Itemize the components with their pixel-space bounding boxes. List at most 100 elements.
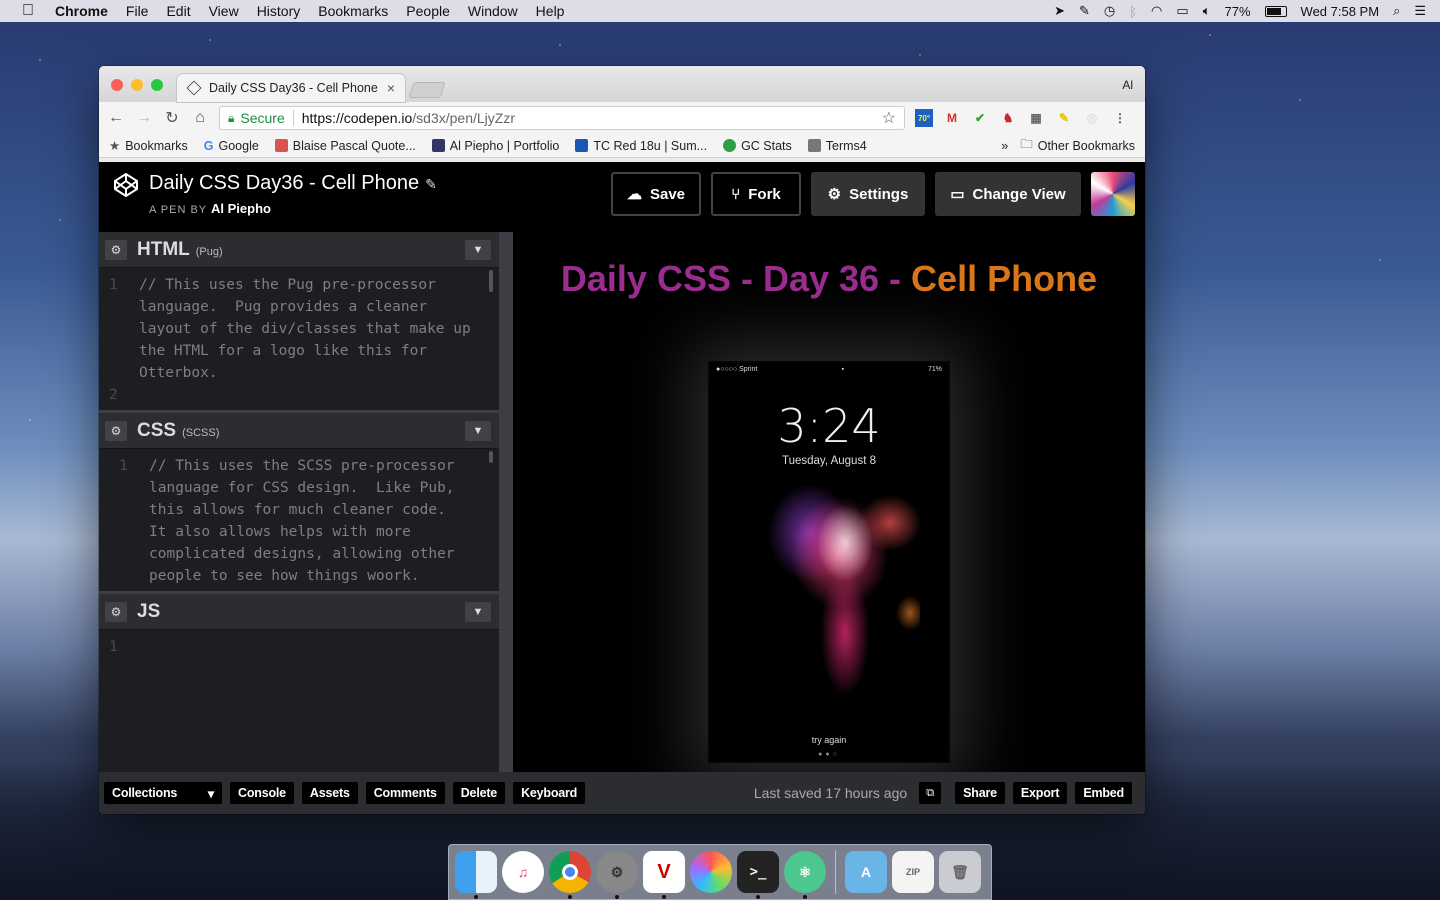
comments-button[interactable]: Comments <box>365 782 445 804</box>
bookmark-item[interactable]: TC Red 18u | Sum... <box>575 139 707 153</box>
chrome-icon[interactable] <box>549 851 591 899</box>
menu-help[interactable]: Help <box>536 3 565 19</box>
home-icon[interactable]: ⌂ <box>191 109 209 127</box>
edit-pencil-icon[interactable]: ✎ <box>425 176 437 192</box>
open-external-icon[interactable]: ⧉ <box>919 782 942 804</box>
airplay-icon[interactable]: ▭ <box>1176 3 1188 19</box>
bookmark-star-icon[interactable]: ☆ <box>882 108 896 128</box>
menu-bookmarks[interactable]: Bookmarks <box>318 3 388 19</box>
editor-preview-resize-handle[interactable] <box>499 232 513 772</box>
system-preferences-icon[interactable]: ⚙ <box>596 851 638 899</box>
author-link[interactable]: Al Piepho <box>211 201 271 216</box>
chrome-menu-icon[interactable]: ⋮ <box>1111 109 1129 127</box>
menu-clock[interactable]: Wed 7:58 PM <box>1301 4 1380 19</box>
trash-icon[interactable]: 🗑︎ <box>939 851 981 893</box>
notification-center-icon[interactable]: ☰ <box>1414 3 1426 19</box>
css-settings-gear-icon[interactable]: ⚙ <box>105 420 127 441</box>
atom-icon[interactable]: ⚛ <box>784 851 826 899</box>
settings-button[interactable]: ⚙ Settings <box>811 172 925 216</box>
assets-button[interactable]: Assets <box>301 782 358 804</box>
menu-extras: ➤ ✎ ◷ ᛒ ◠ ▭ 🔈︎ 77% Wed 7:58 PM ⌕ ☰ <box>1054 0 1426 22</box>
photos-icon[interactable] <box>690 851 732 893</box>
bookmarks-overflow-button[interactable]: » <box>1001 139 1008 153</box>
html-settings-gear-icon[interactable]: ⚙ <box>105 239 127 260</box>
profile-button[interactable]: Al <box>1122 78 1133 92</box>
menu-history[interactable]: History <box>257 3 301 19</box>
menu-view[interactable]: View <box>209 3 239 19</box>
bookmark-item[interactable]: GC Stats <box>723 139 792 153</box>
pen-title[interactable]: Daily CSS Day36 - Cell Phone ✎ <box>149 172 437 195</box>
bookmark-item[interactable]: Blaise Pascal Quote... <box>274 139 416 153</box>
active-tab[interactable]: Daily CSS Day36 - Cell Phone × <box>177 74 405 102</box>
tab-title: Daily CSS Day36 - Cell Phone <box>209 81 378 95</box>
forward-icon[interactable]: → <box>135 109 153 127</box>
html-chevron-down-icon[interactable]: ▼ <box>465 240 491 260</box>
address-bar[interactable]: 🔒︎ Secure https://codepen.io /sd3x/pen/L… <box>219 106 905 130</box>
html-code-editor[interactable]: 1 2 // This uses the Pug pre-processor l… <box>99 268 499 406</box>
terminal-icon[interactable]: >_ <box>737 851 779 899</box>
bookmark-item[interactable]: ★ Bookmarks <box>109 138 188 154</box>
url-host: https://codepen.io <box>301 110 413 126</box>
fork-button[interactable]: ⑂ Fork <box>711 172 801 216</box>
menu-people[interactable]: People <box>406 3 450 19</box>
html-scrollbar[interactable] <box>489 270 493 292</box>
embed-button[interactable]: Embed <box>1075 782 1132 804</box>
delete-button[interactable]: Delete <box>452 782 506 804</box>
user-avatar[interactable] <box>1091 172 1135 216</box>
css-code-editor[interactable]: 1 // This uses the SCSS pre-processor la… <box>99 449 499 587</box>
bookmark-item[interactable]: Terms4 <box>807 139 867 153</box>
alfred-icon[interactable]: ✎ <box>1079 3 1090 19</box>
archive-icon[interactable]: ZIP <box>892 851 934 893</box>
keyboard-button[interactable]: Keyboard <box>513 782 586 804</box>
calculator-extension-icon[interactable]: ▦ <box>1027 109 1045 127</box>
vscode-icon[interactable]: V <box>643 851 685 899</box>
new-tab-button[interactable] <box>408 82 446 98</box>
applications-folder-icon[interactable]: A <box>845 851 887 893</box>
volume-icon[interactable]: 🔈︎ <box>1203 3 1211 19</box>
js-settings-gear-icon[interactable]: ⚙ <box>105 601 127 622</box>
line-number-1: 1 <box>119 458 128 474</box>
bookmark-item[interactable]: G Google <box>204 139 259 153</box>
menu-window[interactable]: Window <box>468 3 518 19</box>
weather-extension-icon[interactable]: 70° <box>915 109 933 127</box>
inactive-extension-icon[interactable]: ◎ <box>1083 109 1101 127</box>
battery-icon[interactable] <box>1264 5 1287 17</box>
zoom-window-button[interactable] <box>151 79 163 91</box>
collections-dropdown[interactable]: Collections ▾ <box>104 782 222 804</box>
other-bookmarks[interactable]: 🗀 Other Bookmarks <box>1020 135 1135 156</box>
menu-file[interactable]: File <box>126 3 149 19</box>
export-button[interactable]: Export <box>1012 782 1068 804</box>
location-icon[interactable]: ➤ <box>1054 3 1065 19</box>
save-button[interactable]: ☁ Save <box>611 172 701 216</box>
js-chevron-down-icon[interactable]: ▼ <box>465 602 491 622</box>
codepen-app: Daily CSS Day36 - Cell Phone ✎ A PEN BY A… <box>99 162 1145 814</box>
wifi-icon[interactable]: ◠ <box>1151 3 1162 19</box>
close-window-button[interactable] <box>111 79 123 91</box>
reload-icon[interactable]: ↻ <box>163 108 181 128</box>
console-button[interactable]: Console <box>230 782 294 804</box>
back-icon[interactable]: ← <box>107 109 125 127</box>
apple-menu-icon[interactable]:  <box>19 2 37 20</box>
checkmark-extension-icon[interactable]: ✔ <box>971 109 989 127</box>
finder-icon[interactable] <box>455 851 497 899</box>
menu-app-name[interactable]: Chrome <box>55 3 108 19</box>
bluetooth-icon[interactable]: ᛒ <box>1129 4 1137 19</box>
share-button[interactable]: Share <box>955 782 1005 804</box>
gmail-extension-icon[interactable]: M <box>943 109 961 127</box>
lock-icon[interactable]: 🔒︎ <box>228 111 234 126</box>
minimize-window-button[interactable] <box>131 79 143 91</box>
tab-close-icon[interactable]: × <box>387 80 395 96</box>
menu-edit[interactable]: Edit <box>166 3 190 19</box>
js-code-editor[interactable]: 1 <box>99 630 499 658</box>
css-scrollbar[interactable] <box>489 451 493 463</box>
spotlight-icon[interactable]: ⌕ <box>1393 3 1400 19</box>
codepen-logo-icon[interactable] <box>113 172 139 198</box>
bookmark-item[interactable]: Al Piepho | Portfolio <box>431 139 559 153</box>
css-chevron-down-icon[interactable]: ▼ <box>465 421 491 441</box>
time-machine-icon[interactable]: ◷ <box>1104 3 1115 19</box>
css-preprocessor-label: (SCSS) <box>182 427 220 439</box>
itunes-icon[interactable]: ♫ <box>502 851 544 893</box>
color-picker-extension-icon[interactable]: ✎ <box>1055 109 1073 127</box>
red-extension-icon[interactable]: ♞ <box>999 109 1017 127</box>
change-view-button[interactable]: ▭ Change View <box>935 172 1081 216</box>
